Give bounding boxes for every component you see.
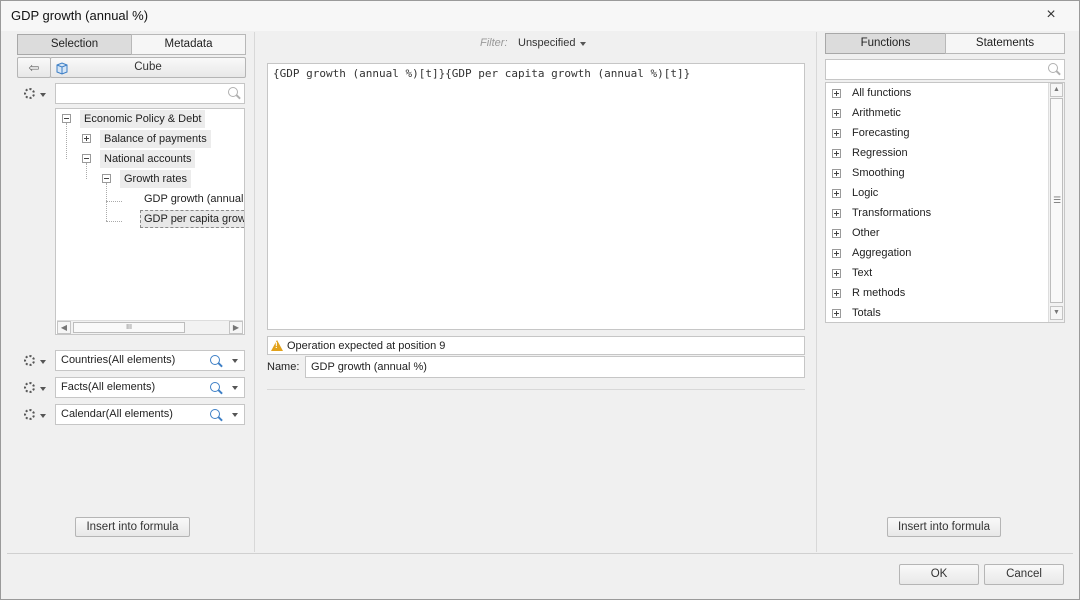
chevron-down-icon[interactable] — [232, 359, 238, 363]
chevron-down-icon[interactable] — [232, 386, 238, 390]
search-icon[interactable] — [1048, 63, 1060, 75]
tree-leaf-gdp-per-capita[interactable]: GDP per capita growth (annual %) — [140, 210, 244, 228]
title-bar[interactable]: GDP growth (annual %) × — [1, 1, 1079, 31]
insert-into-formula-button-left[interactable]: Insert into formula — [75, 517, 190, 537]
metadata-tree[interactable]: Economic Policy & Debt Balance of paymen… — [55, 108, 245, 335]
gear-icon[interactable] — [24, 355, 35, 366]
tab-statements[interactable]: Statements — [945, 33, 1065, 54]
filter-dropdown[interactable]: Unspecified — [518, 37, 575, 49]
gear-icon[interactable] — [24, 409, 35, 420]
function-list[interactable]: All functions Arithmetic Forecasting Reg… — [825, 82, 1065, 323]
dimension-calendar[interactable]: Calendar(All elements) — [55, 404, 245, 425]
insert-into-formula-button-right[interactable]: Insert into formula — [887, 517, 1001, 537]
close-icon[interactable]: × — [1043, 7, 1059, 23]
functions-panel: Functions Statements All functions Arith… — [817, 32, 1073, 552]
gear-icon[interactable] — [24, 382, 35, 393]
scroll-down-icon[interactable]: ▼ — [1050, 306, 1063, 320]
collapse-icon[interactable] — [62, 114, 71, 123]
tab-selection[interactable]: Selection — [17, 34, 132, 55]
expand-icon[interactable] — [832, 209, 841, 218]
name-label: Name: — [267, 361, 300, 373]
function-search-input[interactable] — [825, 59, 1065, 80]
search-icon[interactable] — [210, 409, 222, 421]
collapse-icon[interactable] — [82, 154, 91, 163]
formula-panel: Filter: Unspecified {GDP growth (annual … — [255, 32, 817, 552]
formula-dialog: GDP growth (annual %) × Selection Metada… — [0, 0, 1080, 600]
cube-icon — [56, 62, 68, 75]
expand-icon[interactable] — [832, 109, 841, 118]
back-button[interactable]: ⇦ — [17, 57, 51, 78]
tab-functions[interactable]: Functions — [825, 33, 946, 54]
expand-icon[interactable] — [832, 89, 841, 98]
search-icon[interactable] — [228, 87, 240, 99]
tree-node-national-accounts[interactable]: National accounts — [100, 150, 196, 168]
tree-node-balance-of-payments[interactable]: Balance of payments — [100, 130, 211, 148]
expand-icon[interactable] — [832, 149, 841, 158]
scroll-left-icon[interactable]: ◀ — [57, 321, 71, 334]
chevron-down-icon[interactable] — [580, 42, 586, 46]
tree-node-growth-rates[interactable]: Growth rates — [120, 170, 191, 188]
search-icon[interactable] — [210, 355, 222, 367]
expand-icon[interactable] — [832, 169, 841, 178]
tab-metadata[interactable]: Metadata — [131, 34, 246, 55]
chevron-down-icon[interactable] — [40, 414, 46, 418]
scroll-thumb[interactable]: III — [73, 322, 185, 333]
expand-icon[interactable] — [82, 134, 91, 143]
name-input[interactable]: GDP growth (annual %) — [305, 356, 805, 378]
tree-node-economic-policy[interactable]: Economic Policy & Debt — [80, 110, 206, 128]
back-arrow-icon: ⇦ — [28, 60, 40, 75]
expand-icon[interactable] — [832, 289, 841, 298]
name-value: GDP growth (annual %) — [311, 361, 427, 373]
scroll-right-icon[interactable]: ▶ — [229, 321, 243, 334]
divider — [267, 389, 805, 390]
settings-gear-icon[interactable] — [24, 88, 35, 99]
tree-search-input[interactable] — [55, 83, 245, 104]
dimension-countries[interactable]: Countries(All elements) — [55, 350, 245, 371]
chevron-down-icon[interactable] — [40, 93, 46, 97]
chevron-down-icon[interactable] — [232, 413, 238, 417]
search-icon[interactable] — [210, 382, 222, 394]
filter-value: Unspecified — [518, 37, 576, 49]
dialog-title: GDP growth (annual %) — [11, 8, 149, 23]
chevron-down-icon[interactable] — [40, 360, 46, 364]
filter-label: Filter: — [480, 37, 508, 49]
chevron-down-icon[interactable] — [40, 387, 46, 391]
expand-icon[interactable] — [832, 309, 841, 318]
cube-button[interactable]: Cube — [50, 57, 246, 78]
cancel-button[interactable]: Cancel — [984, 564, 1064, 585]
expand-icon[interactable] — [832, 229, 841, 238]
scroll-up-icon[interactable]: ▲ — [1050, 83, 1063, 97]
formula-text[interactable]: {GDP growth (annual %)[t]}{GDP per capit… — [273, 67, 690, 80]
dialog-footer: OK Cancel — [7, 553, 1073, 599]
scroll-thumb[interactable]: ☰ — [1050, 98, 1063, 303]
warning-icon — [271, 340, 283, 351]
warning-text: Operation expected at position 9 — [287, 340, 446, 352]
expand-icon[interactable] — [832, 249, 841, 258]
expand-icon[interactable] — [832, 129, 841, 138]
ok-button[interactable]: OK — [899, 564, 979, 585]
grip-icon: ☰ — [1053, 195, 1062, 205]
expand-icon[interactable] — [832, 189, 841, 198]
dimension-facts[interactable]: Facts(All elements) — [55, 377, 245, 398]
validation-message: Operation expected at position 9 — [267, 336, 805, 355]
left-panel: Selection Metadata ⇦ Cube Economic Polic… — [7, 32, 255, 552]
formula-editor[interactable]: {GDP growth (annual %)[t]}{GDP per capit… — [267, 63, 805, 330]
collapse-icon[interactable] — [102, 174, 111, 183]
tree-leaf-gdp-growth[interactable]: GDP growth (annual %) — [144, 190, 244, 208]
vertical-scrollbar[interactable]: ▲ ☰ ▼ — [1048, 83, 1064, 322]
horizontal-scrollbar[interactable]: ◀ III ▶ — [57, 320, 243, 334]
expand-icon[interactable] — [832, 269, 841, 278]
cube-label: Cube — [134, 61, 162, 73]
